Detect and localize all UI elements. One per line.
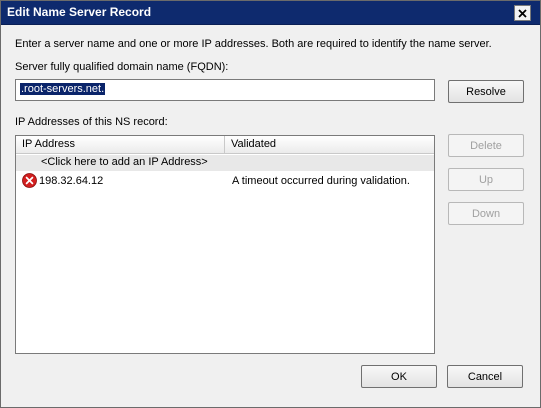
title-bar[interactable]: Edit Name Server Record [1, 1, 540, 25]
add-ip-address-row[interactable]: <Click here to add an IP Address> [16, 155, 434, 171]
close-icon [518, 8, 527, 18]
column-header-ip-address[interactable]: IP Address [16, 136, 225, 154]
window-title: Edit Name Server Record [7, 5, 152, 19]
list-header: IP Address Validated [16, 136, 434, 154]
down-button[interactable]: Down [448, 202, 524, 225]
fqdn-label: Server fully qualified domain name (FQDN… [15, 61, 229, 73]
ok-button[interactable]: OK [361, 365, 437, 388]
close-button[interactable] [514, 5, 531, 21]
delete-button[interactable]: Delete [448, 134, 524, 157]
add-ip-address-text: <Click here to add an IP Address> [41, 156, 208, 168]
fqdn-value: .root-servers.net. [20, 83, 106, 95]
list-item[interactable]: 198.32.64.12 A timeout occurred during v… [16, 172, 434, 190]
ip-addresses-label: IP Addresses of this NS record: [15, 116, 168, 128]
fqdn-input[interactable]: .root-servers.net. [15, 79, 435, 101]
cancel-button[interactable]: Cancel [447, 365, 523, 388]
column-header-validated[interactable]: Validated [226, 136, 434, 154]
error-icon [22, 173, 37, 188]
validation-status: A timeout occurred during validation. [232, 175, 410, 187]
instructions-text: Enter a server name and one or more IP a… [15, 38, 492, 50]
up-button[interactable]: Up [448, 168, 524, 191]
resolve-button[interactable]: Resolve [448, 80, 524, 103]
ip-address-value: 198.32.64.12 [39, 175, 104, 187]
edit-name-server-record-dialog: Edit Name Server Record Enter a server n… [0, 0, 541, 408]
ip-address-list[interactable]: IP Address Validated <Click here to add … [15, 135, 435, 354]
